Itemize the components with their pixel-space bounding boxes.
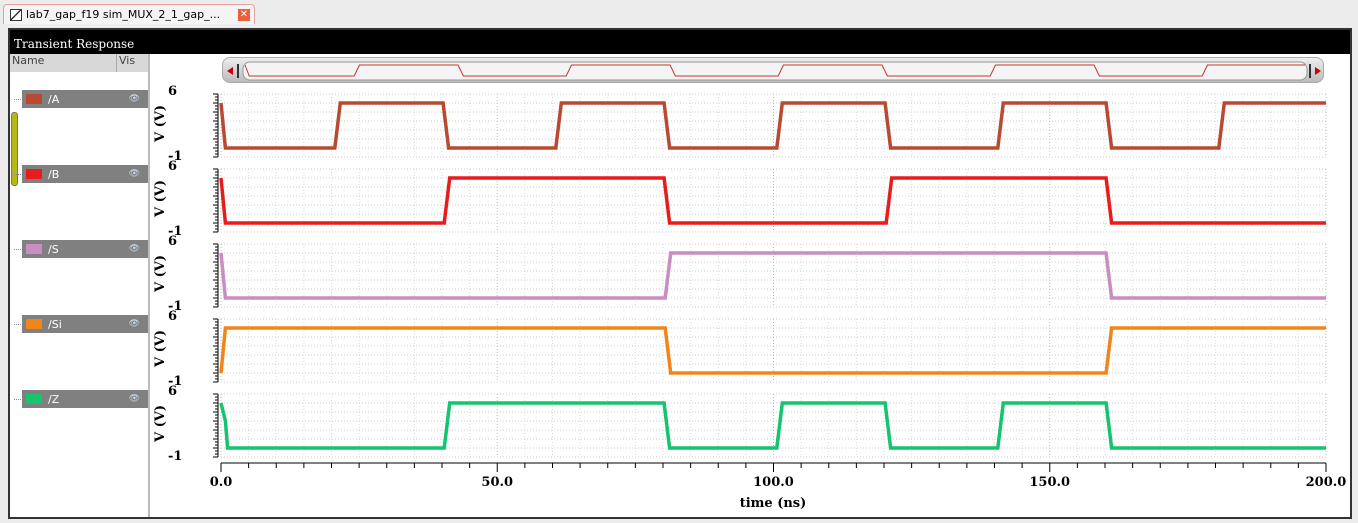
window-tab[interactable]: lab7_gap_f19 sim_MUX_2_1_gap_... ✕ (3, 4, 255, 24)
x-axis-label: time (ns) (739, 496, 807, 511)
waveform-strip[interactable] (10, 30, 1354, 521)
x-tick-label: 150.0 (1029, 475, 1071, 490)
x-tick-label: 50.0 (481, 475, 514, 490)
waveform-icon (10, 8, 22, 21)
x-tick-label: 100.0 (753, 475, 794, 490)
close-tab-button[interactable]: ✕ (238, 8, 250, 21)
x-tick-label: 0.0 (209, 475, 233, 490)
x-tick-label: 200.0 (1305, 475, 1347, 490)
tab-title: lab7_gap_f19 sim_MUX_2_1_gap_... (26, 8, 221, 21)
waveform-window: Transient Response Name Vis /A 👁/B 👁/S 👁/Si… (8, 28, 1352, 519)
